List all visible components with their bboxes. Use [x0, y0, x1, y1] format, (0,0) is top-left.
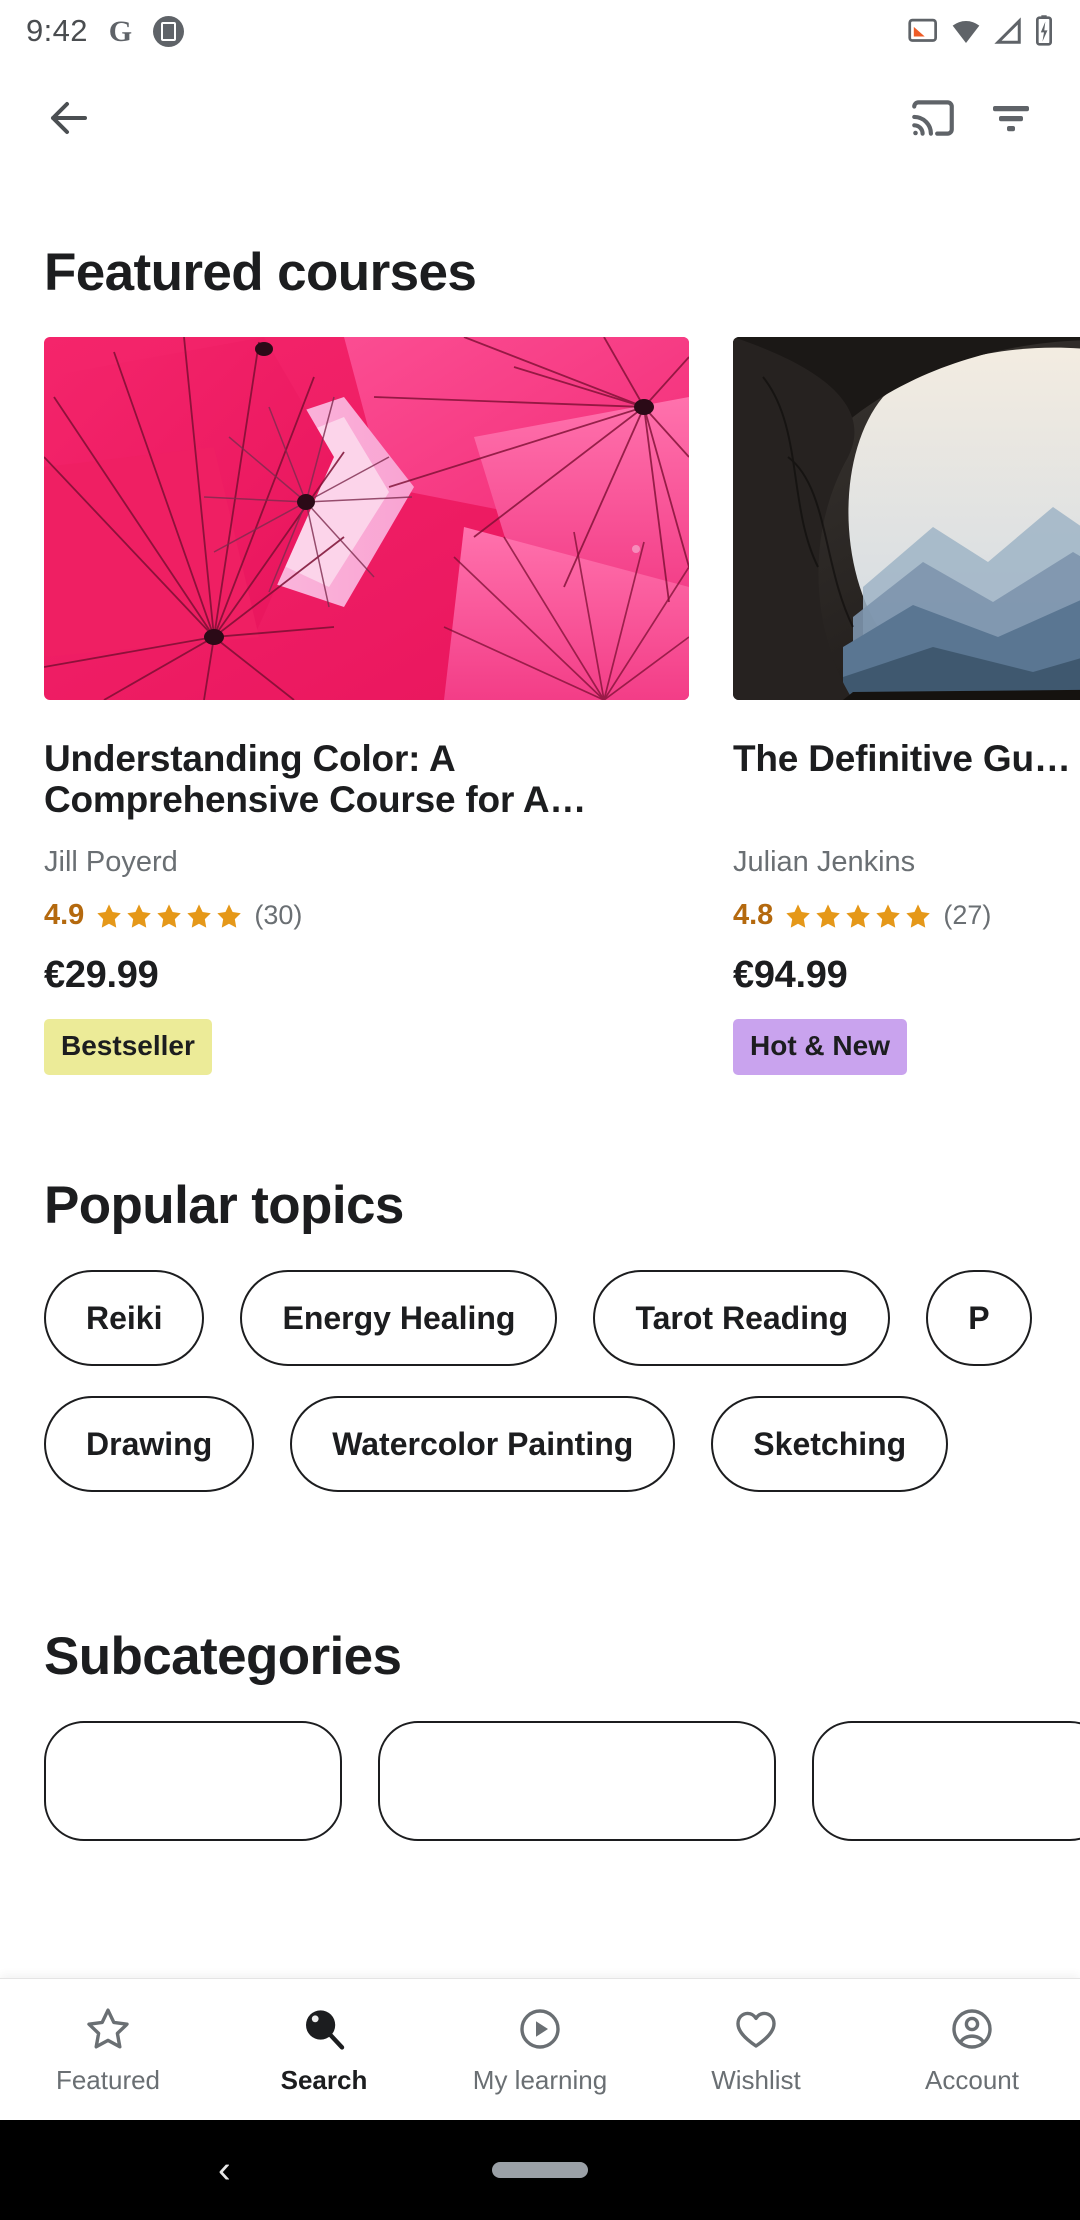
review-count: (30) — [254, 900, 303, 930]
nav-item-account[interactable]: Account — [877, 2004, 1067, 2096]
home-pill[interactable] — [492, 2162, 588, 2178]
nav-label: My learning — [472, 2064, 608, 2095]
nav-label: Wishlist — [711, 2064, 801, 2095]
topic-pill-partial[interactable]: P — [926, 1270, 1032, 1366]
nav-item-featured[interactable]: Featured — [13, 2004, 203, 2096]
nav-item-wishlist[interactable]: Wishlist — [661, 2004, 851, 2096]
subcategory-pill[interactable] — [378, 1721, 776, 1841]
rating-value: 4.8 — [733, 899, 774, 931]
cast-button[interactable] — [894, 79, 972, 157]
scroll-content: Featured courses Understanding Color: A … — [0, 242, 1080, 1841]
account-circle-icon — [948, 2004, 996, 2054]
status-bar: 9:42 G — [0, 0, 1080, 62]
star-icon — [876, 903, 901, 928]
back-button[interactable] — [30, 79, 108, 157]
subcategories-heading: Subcategories — [44, 1627, 402, 1686]
star-icon — [816, 903, 841, 928]
course-author: Julian Jenkins — [733, 846, 916, 878]
wifi-icon — [952, 20, 980, 43]
back-arrow-icon — [51, 102, 87, 134]
star-rating — [95, 902, 243, 930]
star-icon — [906, 903, 931, 928]
filter-icon — [993, 106, 1029, 132]
review-count: (27) — [943, 900, 992, 930]
nav-label: Account — [925, 2064, 1019, 2095]
course-title[interactable]: Understanding Color: A Comprehensive Cou… — [44, 738, 689, 826]
filter-button[interactable] — [972, 79, 1050, 157]
screenshot-icon — [152, 15, 184, 47]
cast-icon — [912, 100, 954, 136]
popular-topics-row-2: Drawing Watercolor Painting Sketching — [44, 1396, 1080, 1492]
topic-pill-drawing[interactable]: Drawing — [44, 1396, 255, 1492]
topic-pill-reiki[interactable]: Reiki — [44, 1270, 205, 1366]
star-rating — [784, 902, 932, 930]
topic-pill-energy-healing[interactable]: Energy Healing — [240, 1270, 558, 1366]
cellular-signal-icon — [994, 17, 1021, 44]
star-icon — [786, 903, 811, 928]
course-thumbnail-cave[interactable] — [733, 337, 1080, 700]
hot-new-badge: Hot & New — [733, 1019, 907, 1075]
status-bar-left: 9:42 G — [26, 13, 184, 49]
course-thumbnail-umbrellas[interactable] — [44, 337, 689, 700]
topic-pill-sketching[interactable]: Sketching — [711, 1396, 949, 1492]
nav-label: Search — [280, 2064, 368, 2095]
search-icon — [300, 2004, 348, 2054]
course-rating: 4.8 (27) — [733, 899, 1080, 932]
star-icon — [97, 903, 122, 928]
battery-charging-icon — [1036, 15, 1052, 46]
nav-label: Featured — [55, 2064, 161, 2095]
course-rating: 4.9 (30) — [44, 899, 689, 932]
play-circle-icon — [516, 2004, 564, 2054]
nav-item-my-learning[interactable]: My learning — [445, 2004, 635, 2096]
bottom-navigation: Featured Search My learning Wishlist Acc… — [0, 1978, 1080, 2120]
system-back-button[interactable]: ‹ — [218, 2151, 231, 2189]
status-time: 9:42 — [26, 13, 88, 48]
subcategory-pill[interactable] — [812, 1721, 1080, 1841]
heart-icon — [732, 2004, 780, 2054]
star-icon — [846, 903, 871, 928]
course-card[interactable]: The Definitive Gu… Empathic Life Julian … — [733, 337, 1080, 1075]
star-icon — [84, 2004, 132, 2054]
featured-courses-heading: Featured courses — [44, 243, 477, 302]
featured-courses-rail[interactable]: Understanding Color: A Comprehensive Cou… — [0, 337, 1080, 1075]
app-screen: 9:42 G Featured courses Understanding Co… — [0, 0, 1080, 2220]
star-icon — [187, 903, 212, 928]
system-navigation-bar: ‹ — [0, 2120, 1080, 2220]
star-icon — [127, 903, 152, 928]
popular-topics-heading: Popular topics — [44, 1176, 404, 1235]
course-price: €94.99 — [733, 954, 848, 996]
course-author: Jill Poyerd — [44, 846, 178, 878]
subcategories-row — [0, 1721, 1080, 1841]
nav-item-search[interactable]: Search — [229, 2004, 419, 2096]
course-card[interactable]: Understanding Color: A Comprehensive Cou… — [44, 337, 689, 1075]
rating-value: 4.9 — [44, 899, 85, 931]
star-icon — [217, 903, 242, 928]
course-price: €29.99 — [44, 954, 159, 996]
status-bar-right — [905, 15, 1054, 47]
popular-topics-pills: Reiki Energy Healing Tarot Reading P Dra… — [0, 1270, 1080, 1522]
topic-pill-watercolor-painting[interactable]: Watercolor Painting — [290, 1396, 676, 1492]
app-bar — [0, 62, 1080, 174]
subcategory-pill[interactable] — [44, 1721, 342, 1841]
cast-active-icon — [908, 18, 937, 42]
star-icon — [157, 903, 182, 928]
topic-pill-tarot-reading[interactable]: Tarot Reading — [593, 1270, 891, 1366]
course-title[interactable]: The Definitive Gu… Empathic Life — [733, 738, 1080, 826]
bestseller-badge: Bestseller — [44, 1019, 212, 1075]
popular-topics-row-1: Reiki Energy Healing Tarot Reading P — [44, 1270, 1080, 1366]
google-icon: G — [108, 14, 133, 48]
